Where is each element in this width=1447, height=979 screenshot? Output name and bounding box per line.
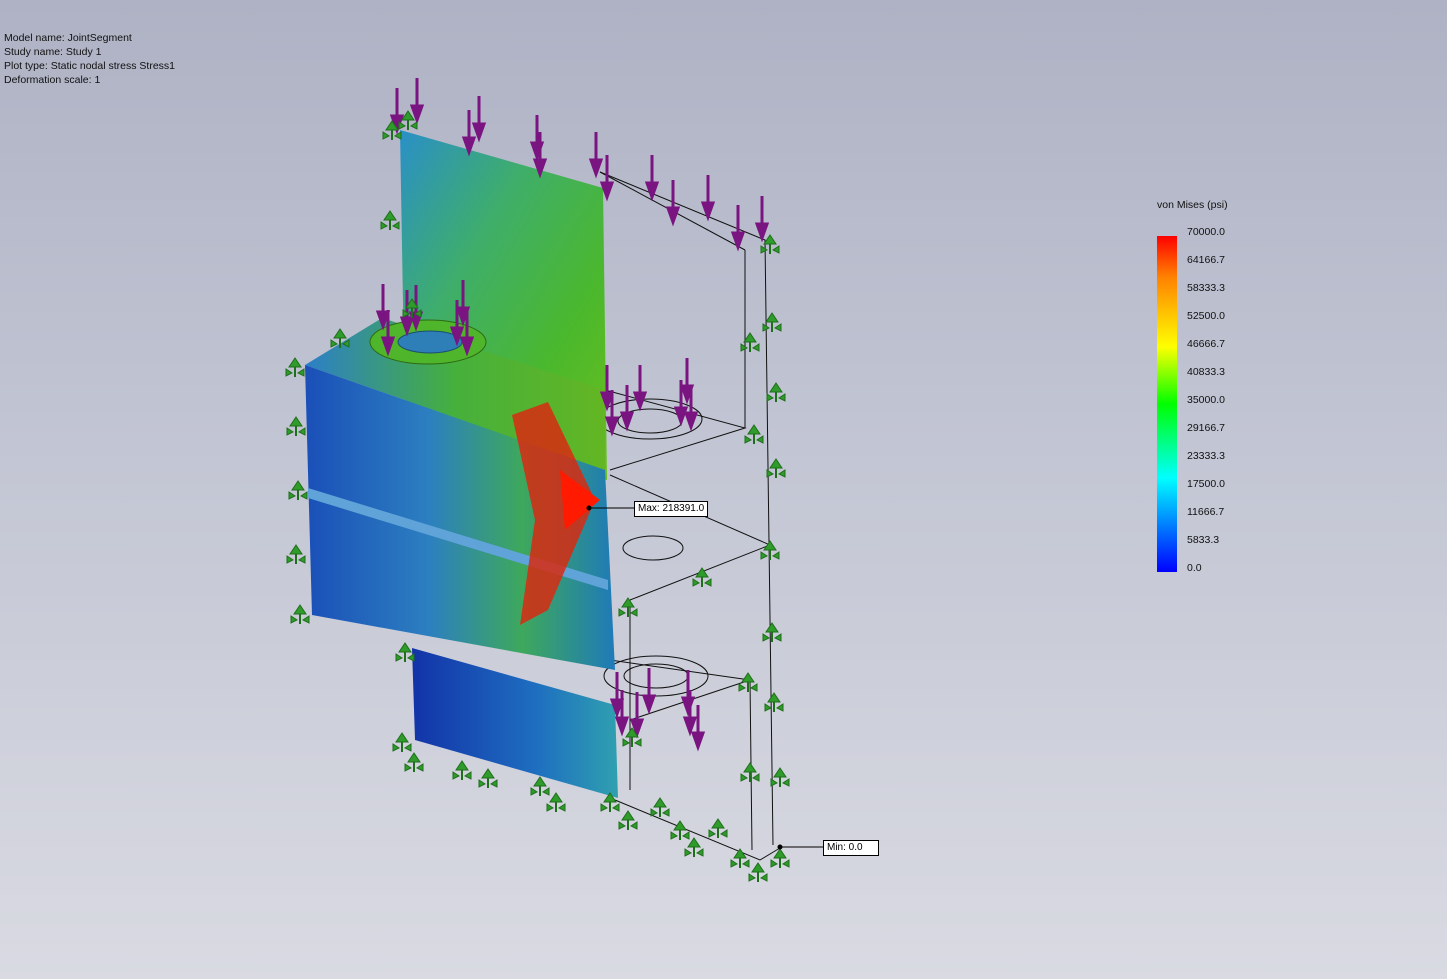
load-arrow-icon bbox=[641, 668, 657, 715]
fixture-arrow-icon bbox=[770, 767, 790, 787]
load-arrow-icon bbox=[730, 205, 746, 252]
stress-model[interactable] bbox=[305, 130, 618, 798]
fixture-arrow-icon bbox=[392, 732, 412, 752]
max-stress-callout[interactable]: Max: 218391.0 bbox=[634, 501, 709, 517]
fixture-arrow-icon bbox=[740, 762, 760, 782]
fixture-arrow-icon bbox=[744, 424, 764, 444]
fixture-arrow-icon bbox=[762, 622, 782, 642]
load-arrow-icon bbox=[644, 155, 660, 202]
legend-tick: 17500.0 bbox=[1187, 478, 1225, 490]
load-arrow-icon bbox=[471, 96, 487, 143]
fixture-arrow-icon bbox=[740, 332, 760, 352]
fixture-arrow-icon bbox=[288, 480, 308, 500]
fixture-arrow-icon bbox=[748, 862, 768, 882]
fixture-arrow-icon bbox=[684, 837, 704, 857]
load-arrow-icon bbox=[461, 110, 477, 157]
load-arrow-icon bbox=[690, 705, 706, 752]
fixture-arrow-icon bbox=[285, 357, 305, 377]
load-arrow-icon bbox=[409, 78, 425, 125]
legend-tick: 23333.3 bbox=[1187, 450, 1225, 462]
fixture-arrow-icon bbox=[286, 544, 306, 564]
legend-tick: 46666.7 bbox=[1187, 338, 1225, 350]
legend-tick: 58333.3 bbox=[1187, 282, 1225, 294]
load-arrow-icon bbox=[700, 175, 716, 222]
legend-tick: 0.0 bbox=[1187, 562, 1202, 574]
fixture-arrow-icon bbox=[530, 776, 550, 796]
fixture-arrow-icon bbox=[380, 210, 400, 230]
legend-title: von Mises (psi) bbox=[1157, 199, 1228, 211]
legend-tick: 40833.3 bbox=[1187, 366, 1225, 378]
load-arrow-icon bbox=[629, 692, 645, 739]
fixture-arrow-icon bbox=[766, 382, 786, 402]
load-arrow-icon bbox=[632, 365, 648, 412]
fixture-arrow-icon bbox=[730, 848, 750, 868]
fixture-arrow-icon bbox=[692, 567, 712, 587]
load-arrow-icon bbox=[588, 132, 604, 179]
fixture-arrow-icon bbox=[290, 604, 310, 624]
min-stress-callout[interactable]: Min: 0.0 bbox=[823, 840, 879, 856]
lower-plate bbox=[412, 648, 618, 798]
fixture-arrow-icon bbox=[618, 597, 638, 617]
fixture-arrow-icon bbox=[760, 540, 780, 560]
fixture-arrow-icon bbox=[708, 818, 728, 838]
fixture-arrow-icon bbox=[452, 760, 472, 780]
fixture-arrow-icon bbox=[766, 458, 786, 478]
legend-tick: 70000.0 bbox=[1187, 226, 1225, 238]
load-arrow-icon bbox=[619, 385, 635, 432]
load-arrow-icon bbox=[754, 196, 770, 243]
fixture-arrow-icon bbox=[478, 768, 498, 788]
fixture-arrow-icon bbox=[650, 797, 670, 817]
callout-leaders bbox=[586, 505, 823, 850]
fixture-arrow-icon bbox=[760, 234, 780, 254]
fixture-arrow-icon bbox=[546, 792, 566, 812]
fixture-arrow-icon bbox=[286, 416, 306, 436]
model-viewport[interactable] bbox=[0, 0, 1447, 979]
fixture-arrow-icon bbox=[395, 642, 415, 662]
legend-tick: 64166.7 bbox=[1187, 254, 1225, 266]
legend-tick: 35000.0 bbox=[1187, 394, 1225, 406]
legend-tick: 52500.0 bbox=[1187, 310, 1225, 322]
legend-color-bar bbox=[1157, 236, 1177, 572]
legend-tick: 29166.7 bbox=[1187, 422, 1225, 434]
fixture-arrow-icon bbox=[330, 328, 350, 348]
fixture-arrow-icon bbox=[618, 810, 638, 830]
legend-tick: 11666.7 bbox=[1187, 506, 1225, 518]
legend-tick: 5833.3 bbox=[1187, 534, 1220, 546]
fixture-arrow-icon bbox=[738, 672, 758, 692]
fixture-arrow-icon bbox=[764, 692, 784, 712]
fixture-arrow-icon bbox=[404, 752, 424, 772]
